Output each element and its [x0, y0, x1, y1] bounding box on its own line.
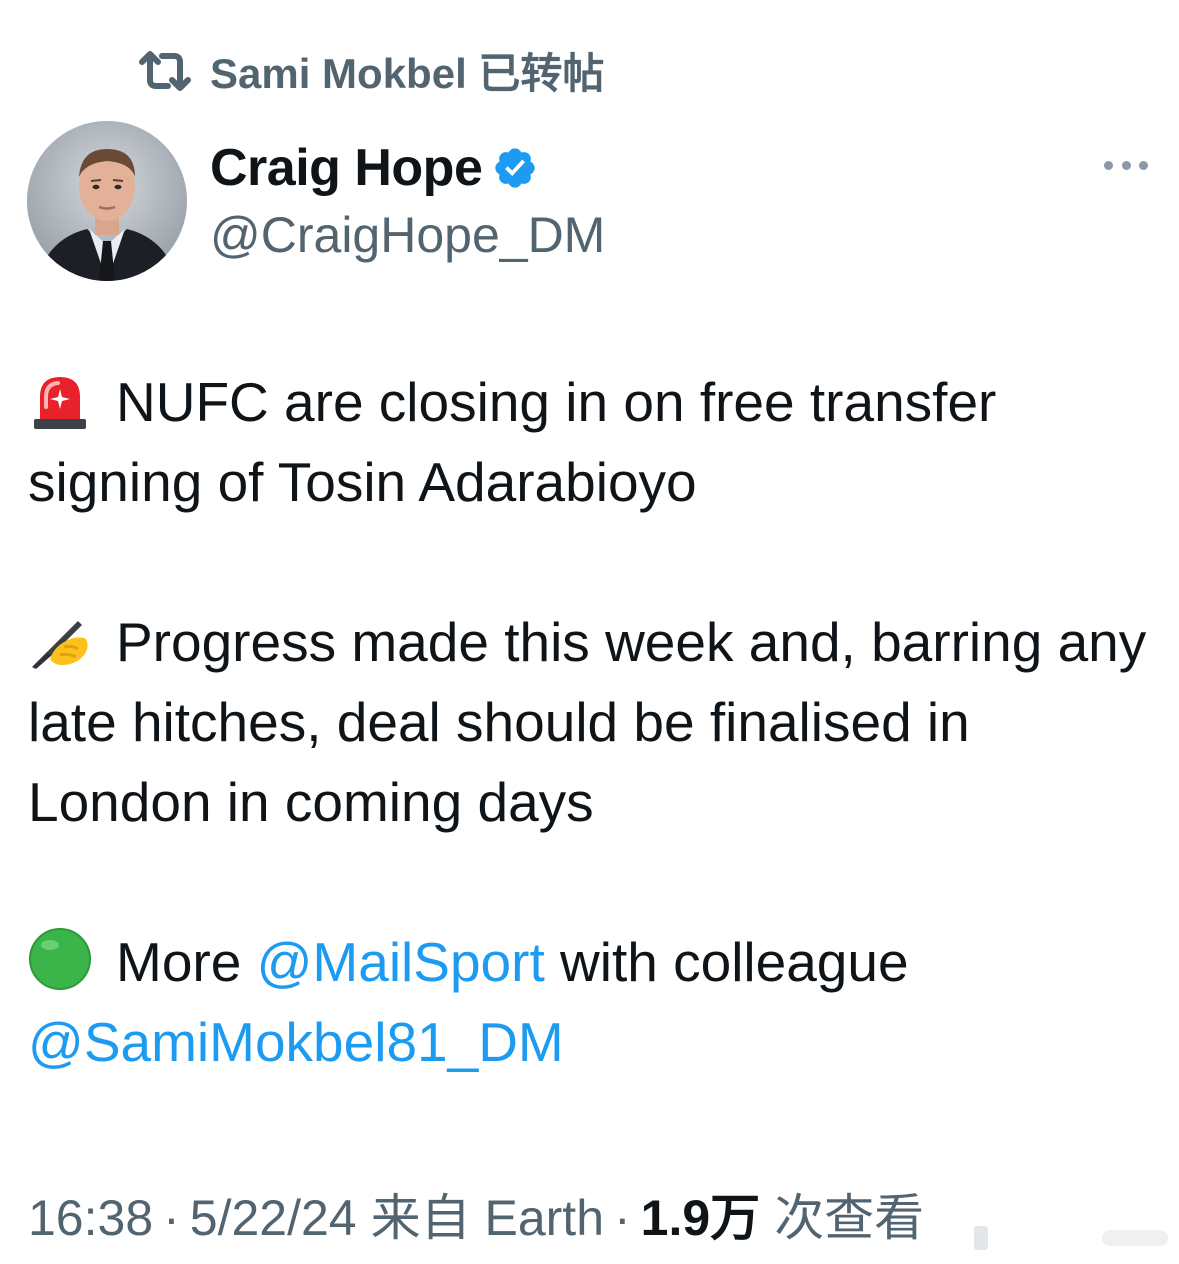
author-name-row[interactable]: Craig Hope: [210, 138, 538, 198]
tweet-p1-line2: signing of Tosin Adarabioyo: [28, 451, 697, 513]
more-dot: [1104, 160, 1113, 170]
tweet-p2-text: Progress made this week and, barring any…: [28, 611, 1147, 833]
more-horizontal-icon[interactable]: [1098, 140, 1154, 190]
mention-mailsport-link[interactable]: @MailSport: [257, 931, 545, 993]
meta-separator: ·: [163, 1190, 180, 1246]
tweet-p3-middle: with colleague: [560, 931, 909, 993]
author-handle[interactable]: @CraigHope_DM: [210, 206, 605, 264]
tweet-screenshot: Sami Mokbel 已转帖 Craig Hope @CraigHope_DM…: [0, 0, 1179, 1264]
tweet-date[interactable]: 5/22/24: [190, 1189, 357, 1247]
meta-separator: ·: [614, 1190, 631, 1246]
repost-text: Sami Mokbel 已转帖: [210, 50, 605, 97]
mention-samimokbel-link[interactable]: @SamiMokbel81_DM: [28, 1011, 564, 1073]
verified-badge-icon: [495, 148, 536, 188]
tweet-source: 来自 Earth: [370, 1190, 605, 1246]
repost-header[interactable]: Sami Mokbel 已转帖: [138, 40, 604, 101]
avatar[interactable]: [27, 121, 187, 281]
tweet-text: NUFC are closing in on free transfer sig…: [28, 362, 1153, 1082]
tweet-paragraph-1: NUFC are closing in on free transfer sig…: [28, 362, 1153, 522]
green-circle-icon: [28, 927, 92, 991]
watermark-logo: [974, 1226, 1168, 1250]
views-count[interactable]: 1.9万: [641, 1178, 761, 1250]
tweet-time[interactable]: 16:38: [28, 1189, 153, 1247]
tweet-p1-line1: NUFC are closing in on free transfer: [116, 371, 997, 433]
views-label: 次查看: [774, 1190, 925, 1246]
tweet-paragraph-3: More @MailSport with colleague @SamiMokb…: [28, 922, 1153, 1082]
tweet-paragraph-2: Progress made this week and, barring any…: [28, 602, 1153, 842]
rotating-light-icon: [28, 367, 92, 431]
more-dot: [1121, 160, 1131, 170]
writing-hand-icon: [28, 607, 92, 671]
author-display-name[interactable]: Craig Hope: [210, 138, 483, 198]
more-dot: [1139, 160, 1148, 170]
repost-icon: [139, 50, 191, 91]
tweet-meta: 16:38 · 5/22/24 来自 Earth · 1.9万 次查看: [28, 1178, 924, 1250]
tweet-p3-prefix: More: [116, 931, 242, 993]
